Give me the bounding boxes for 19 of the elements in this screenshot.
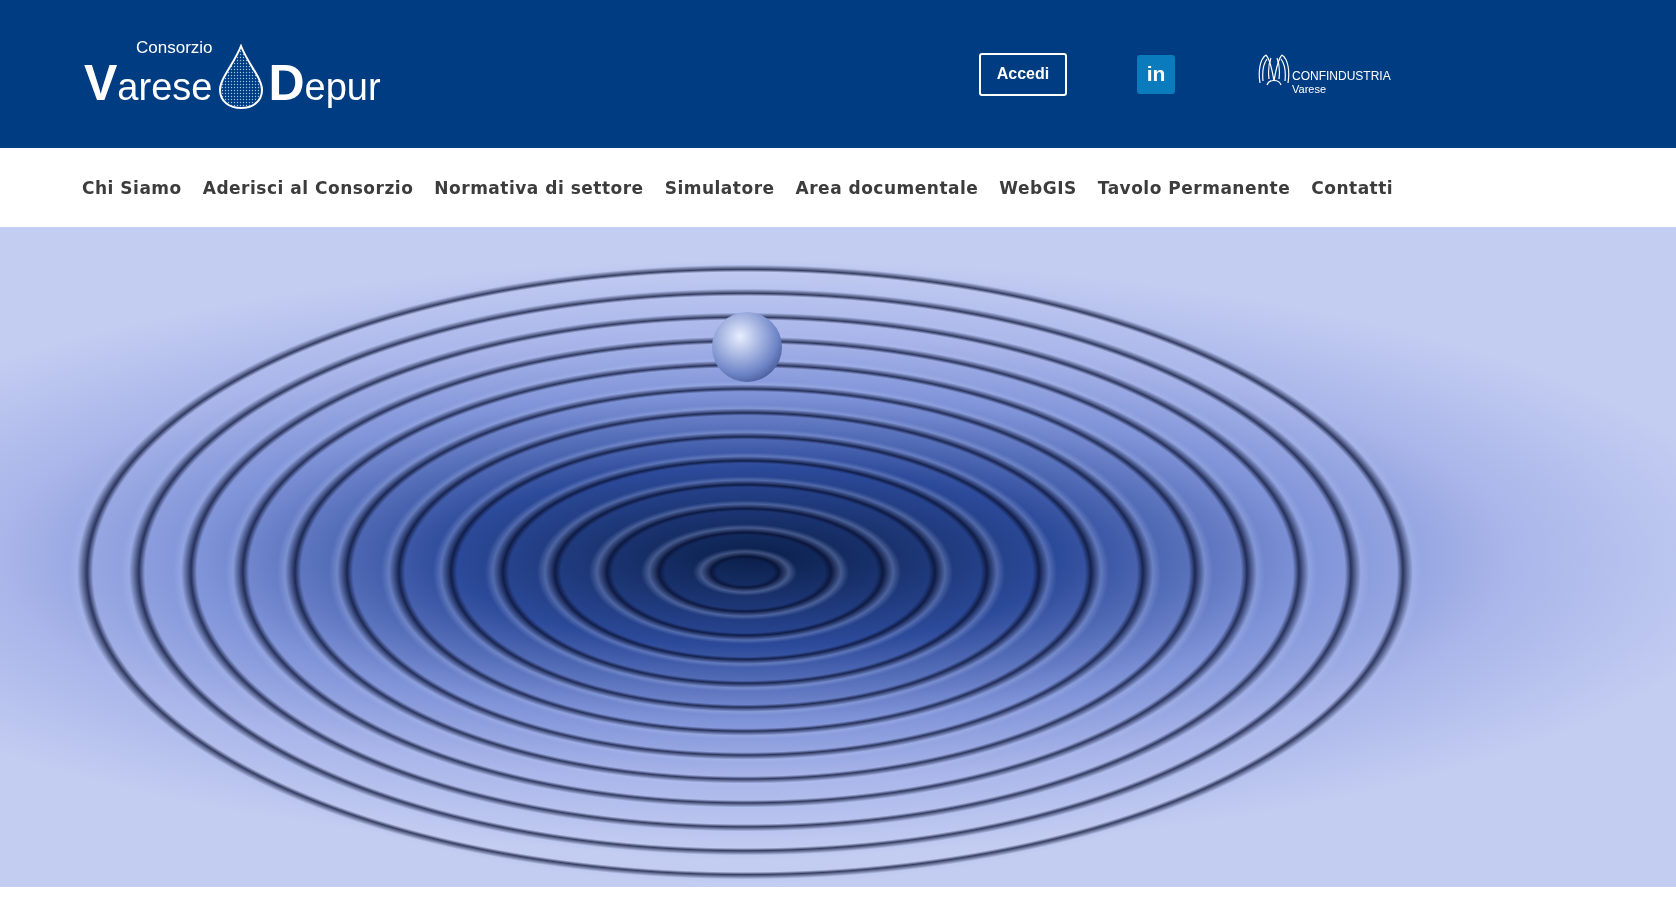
logo-text: Varese	[84, 60, 213, 110]
site-logo[interactable]: Consorzio Varese Depur	[84, 38, 386, 110]
nav-link[interactable]: WebGIS	[999, 177, 1077, 198]
nav-link[interactable]: Normativa di settore	[434, 177, 644, 198]
water-drop-icon	[218, 44, 265, 110]
logo-text: Consorzio	[136, 38, 214, 58]
linkedin-button[interactable]: in	[1137, 54, 1175, 94]
nav-link[interactable]: Contatti	[1311, 177, 1394, 198]
login-button[interactable]: Accedi	[979, 52, 1067, 96]
nav-link[interactable]: Tavolo Permanente	[1097, 177, 1291, 198]
nav-link[interactable]: Chi Siamo	[82, 177, 182, 198]
partner-city: Varese	[1292, 83, 1328, 95]
nav-link[interactable]: Area documentale	[795, 177, 979, 198]
logo-text: Depur	[268, 60, 381, 110]
nav-link[interactable]: Aderisci al Consorzio	[202, 177, 414, 198]
nav-link[interactable]: Simulatore	[664, 177, 775, 198]
partner-logo[interactable]: CONFINDUSTRIA Varese	[1257, 53, 1391, 95]
partner-name: CONFINDUSTRIA	[1292, 69, 1391, 83]
shell-icon	[1257, 53, 1291, 87]
